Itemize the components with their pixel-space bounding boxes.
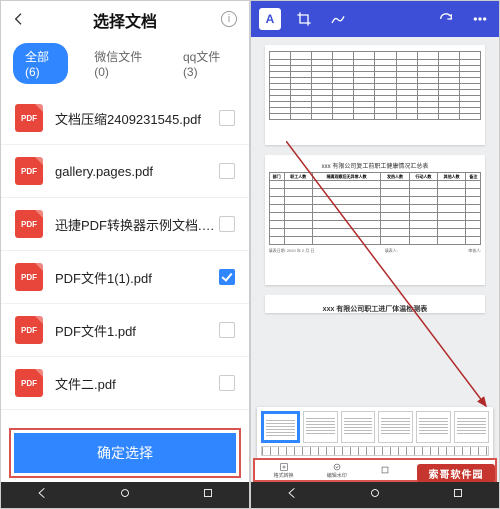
menu-icon[interactable] <box>469 8 491 30</box>
confirm-button[interactable]: 确定选择 <box>14 433 236 473</box>
file-list: PDF 文档压缩2409231545.pdf PDF gallery.pages… <box>1 92 249 470</box>
nav-home-icon[interactable] <box>368 486 382 505</box>
tab-wechat[interactable]: 微信文件(0) <box>82 43 157 84</box>
checkbox[interactable] <box>219 216 235 232</box>
tab-qq[interactable]: qq文件(3) <box>171 43 237 84</box>
checkbox[interactable] <box>219 322 235 338</box>
pdf-icon: PDF <box>15 157 43 185</box>
info-icon[interactable]: i <box>221 11 237 27</box>
file-picker-pane: 选择文档 i 全部(6) 微信文件(0) qq文件(3) PDF 文档压缩240… <box>0 0 250 509</box>
nav-recent-icon[interactable] <box>201 486 215 505</box>
page3-title: xxx 有限公司职工进厂体温检测表 <box>269 304 482 314</box>
editor-toolbar: A <box>251 1 499 37</box>
tab-all[interactable]: 全部(6) <box>13 43 68 84</box>
file-name: PDF文件1.pdf <box>55 321 219 340</box>
android-navbar <box>251 482 499 508</box>
pdf-icon: PDF <box>15 369 43 397</box>
nav-back-icon[interactable] <box>285 486 299 505</box>
file-row[interactable]: PDF 迅捷PDF转换器示例文档.pdf <box>1 198 249 251</box>
document-area[interactable]: xxx 有限公司复工前职工健康情况汇总表 部门职工人数隔离观察后无异常人数发热人… <box>251 37 499 443</box>
file-name: PDF文件1(1).pdf <box>55 268 219 287</box>
nav-recent-icon[interactable] <box>451 486 465 505</box>
thumbnail-4[interactable] <box>378 411 413 443</box>
page-title: 选择文档 <box>93 8 157 32</box>
file-name: 迅捷PDF转换器示例文档.pdf <box>55 215 219 234</box>
checkbox[interactable] <box>219 375 235 391</box>
android-navbar <box>1 482 249 508</box>
slider-ruler[interactable] <box>261 446 489 456</box>
checkbox[interactable] <box>219 163 235 179</box>
pdf-icon: PDF <box>15 104 43 132</box>
file-row[interactable]: PDF 文档压缩2409231545.pdf <box>1 92 249 145</box>
nav-back-icon[interactable] <box>35 486 49 505</box>
confirm-highlight: 确定选择 <box>9 428 241 478</box>
thumbnail-5[interactable] <box>416 411 451 443</box>
draw-icon[interactable] <box>327 8 349 30</box>
action-3[interactable] <box>380 465 390 475</box>
page2-title: xxx 有限公司复工前职工健康情况汇总表 <box>269 161 482 170</box>
file-row[interactable]: PDF gallery.pages.pdf <box>1 145 249 198</box>
page-1[interactable] <box>265 45 486 145</box>
pdf-icon: PDF <box>15 263 43 291</box>
pdf-icon: PDF <box>15 210 43 238</box>
thumbnail-strip <box>257 407 493 460</box>
action-watermark[interactable]: 编辑水印 <box>327 462 347 479</box>
editor-pane: A xxx 有限公司复工前职工健康情况汇总表 <box>250 0 500 509</box>
filter-tabs: 全部(6) 微信文件(0) qq文件(3) <box>1 39 249 92</box>
page-2[interactable]: xxx 有限公司复工前职工健康情况汇总表 部门职工人数隔离观察后无异常人数发热人… <box>265 155 486 285</box>
file-name: 文档压缩2409231545.pdf <box>55 109 219 128</box>
file-row[interactable]: PDF 文件二.pdf <box>1 357 249 410</box>
site-watermark: 索哥软件园 <box>417 464 495 482</box>
page-3[interactable]: xxx 有限公司职工进厂体温检测表 <box>265 295 486 313</box>
file-row[interactable]: PDF PDF文件1(1).pdf <box>1 251 249 304</box>
checkbox-checked[interactable] <box>219 269 235 285</box>
back-icon[interactable] <box>11 11 27 32</box>
text-tool-icon[interactable]: A <box>259 8 281 30</box>
thumbnail-3[interactable] <box>341 411 376 443</box>
page2-footer: 填表日期: 2020 年 2 月 日 填表人: 审核人: <box>269 248 482 254</box>
file-row[interactable]: PDF PDF文件1.pdf <box>1 304 249 357</box>
file-name: gallery.pages.pdf <box>55 164 219 179</box>
redo-icon[interactable] <box>435 8 457 30</box>
crop-icon[interactable] <box>293 8 315 30</box>
thumbnail-2[interactable] <box>303 411 338 443</box>
pdf-icon: PDF <box>15 316 43 344</box>
left-header: 选择文档 i <box>1 1 249 39</box>
checkbox[interactable] <box>219 110 235 126</box>
file-name: 文件二.pdf <box>55 374 219 393</box>
nav-home-icon[interactable] <box>118 486 132 505</box>
thumbnail-6[interactable] <box>454 411 489 443</box>
action-convert[interactable]: 格式转换 <box>274 462 294 479</box>
thumbnail-1[interactable] <box>261 411 300 443</box>
